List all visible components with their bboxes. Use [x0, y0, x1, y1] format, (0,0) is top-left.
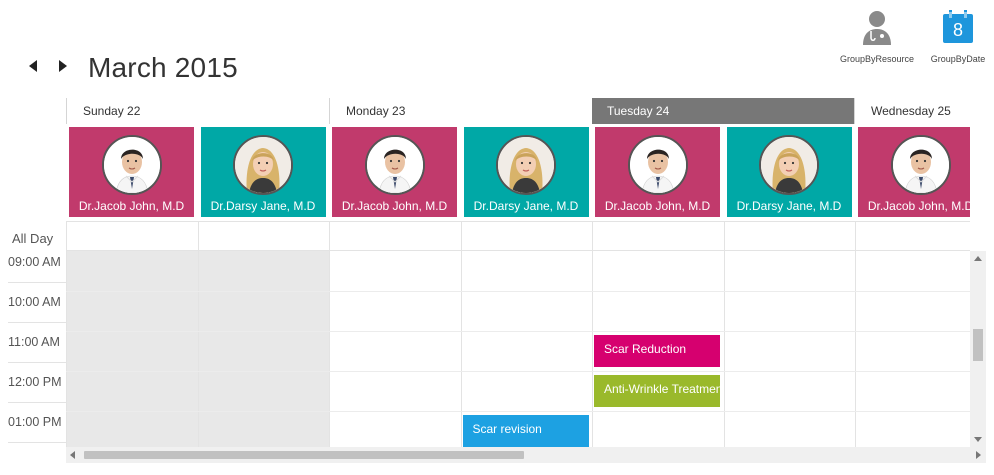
all-day-cell[interactable] [723, 222, 856, 250]
date-header-wednesday[interactable]: Wednesday 25 [854, 98, 970, 124]
all-day-cell[interactable] [460, 222, 593, 250]
hour-line [66, 371, 970, 372]
all-day-cell[interactable] [66, 222, 198, 250]
resource-column[interactable] [66, 251, 198, 447]
group-by-resource-button[interactable]: GroupByResource [837, 8, 917, 68]
resource-card[interactable]: Dr.Darsy Jane, M.D [726, 127, 852, 217]
time-slot-line [8, 282, 66, 283]
appointment[interactable]: Scar revision [462, 415, 589, 447]
avatar [233, 135, 293, 195]
date-header-monday[interactable]: Monday 23 [329, 98, 592, 124]
time-slot-line [8, 322, 66, 323]
all-day-label: All Day [12, 231, 54, 246]
resource-name: Dr.Jacob John, M.D [341, 199, 448, 213]
time-slot-label: 11:00 AM [8, 335, 60, 349]
date-header-row: Sunday 22 Monday 23 Tuesday 24 Wednesday… [66, 98, 970, 124]
caret-left-icon [29, 60, 37, 72]
all-day-cell[interactable] [197, 222, 330, 250]
resource-name: Dr.Jacob John, M.D [78, 199, 185, 213]
calendar-icon-day: 8 [952, 20, 963, 40]
prev-month-button[interactable] [26, 58, 40, 74]
resource-column[interactable] [855, 251, 970, 447]
time-slot-label: 01:00 PM [8, 415, 62, 429]
time-slot-line [8, 442, 66, 443]
time-ruler: 09:00 AM 10:00 AM 11:00 AM 12:00 PM 01:00 PM [0, 251, 66, 447]
appointment[interactable]: Scar Reduction [594, 335, 720, 367]
resource-column[interactable] [723, 251, 856, 447]
resource-name: Dr.Darsy Jane, M.D [210, 199, 316, 213]
group-by-date-label: GroupByDate [930, 54, 986, 64]
hour-line [66, 291, 970, 292]
avatar [364, 135, 425, 195]
time-slot-line [8, 402, 66, 403]
avatar [890, 135, 951, 195]
hour-line [66, 331, 970, 332]
time-slot-label: 10:00 AM [8, 295, 61, 309]
hour-line [66, 411, 970, 412]
resource-name: Dr.Darsy Jane, M.D [473, 199, 579, 213]
avatar [496, 135, 556, 195]
scroll-right-icon[interactable] [976, 451, 981, 459]
scroll-down-icon[interactable] [974, 437, 982, 442]
time-slot-label: 09:00 AM [8, 255, 61, 269]
resource-header-row: Dr.Jacob John, M.D Dr.Darsy Jane, M.D Dr.J… [66, 125, 970, 217]
resource-name: Dr.Jacob John, M.D [867, 199, 970, 213]
doctor-icon [860, 10, 894, 51]
resource-card[interactable]: Dr.Darsy Jane, M.D [200, 127, 326, 217]
resource-column[interactable] [197, 251, 329, 447]
schedule-grid[interactable]: Scar Reduction Anti-Wrinkle Treatment Scar… [66, 251, 970, 447]
all-day-cell[interactable] [592, 222, 724, 250]
vertical-scroll-thumb[interactable] [973, 329, 983, 361]
time-slot-label: 12:00 PM [8, 375, 62, 389]
resource-column[interactable] [329, 251, 461, 447]
resource-name: Dr.Jacob John, M.D [604, 199, 711, 213]
resource-card[interactable]: Dr.Jacob John, M.D [332, 127, 457, 217]
resource-card[interactable]: Dr.Jacob John, M.D [69, 127, 194, 217]
date-header-sunday[interactable]: Sunday 22 [66, 98, 329, 124]
horizontal-scrollbar[interactable] [66, 447, 986, 463]
group-by-date-button[interactable]: 8 GroupByDate [918, 8, 994, 68]
avatar [627, 135, 688, 195]
date-header-tuesday[interactable]: Tuesday 24 [592, 98, 854, 124]
group-by-resource-label: GroupByResource [839, 54, 915, 64]
horizontal-scroll-thumb[interactable] [84, 451, 524, 459]
next-month-button[interactable] [56, 58, 70, 74]
scroll-left-icon[interactable] [70, 451, 75, 459]
appointment[interactable]: Anti-Wrinkle Treatment [594, 375, 720, 407]
all-day-cell[interactable] [855, 222, 987, 250]
avatar [759, 135, 819, 195]
resource-name: Dr.Darsy Jane, M.D [736, 199, 842, 213]
all-day-row[interactable] [66, 221, 970, 251]
resource-card[interactable]: Dr.Jacob John, M.D [595, 127, 720, 217]
all-day-cell[interactable] [329, 222, 461, 250]
vertical-scrollbar[interactable] [970, 251, 986, 447]
time-slot-line [8, 362, 66, 363]
page-title: March 2015 [88, 52, 238, 83]
caret-right-icon [59, 60, 67, 72]
avatar [101, 135, 162, 195]
resource-card[interactable]: Dr.Jacob John, M.D [858, 127, 970, 217]
resource-card[interactable]: Dr.Darsy Jane, M.D [463, 127, 589, 217]
scroll-up-icon[interactable] [974, 256, 982, 261]
